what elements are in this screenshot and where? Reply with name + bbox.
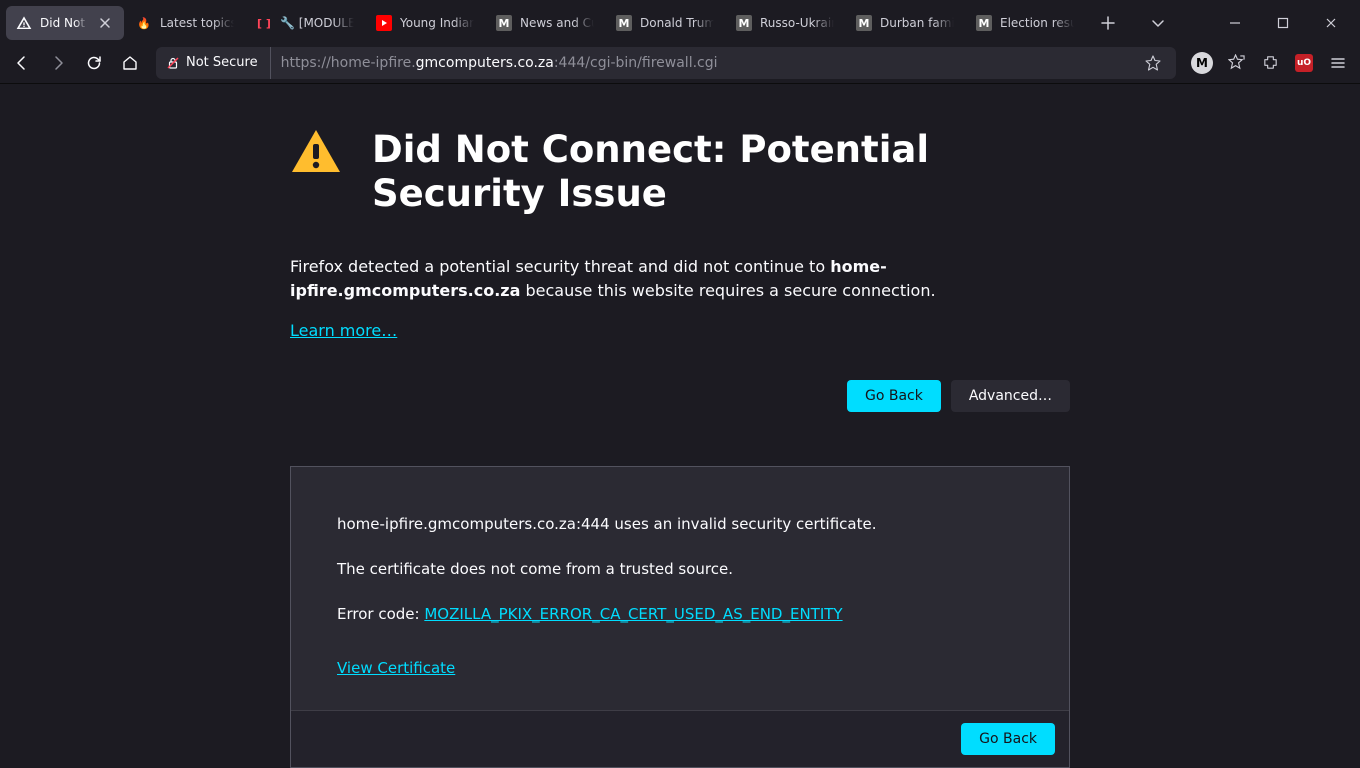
url-text: https://home-ipfire.gmcomputers.co.za:44… — [281, 55, 1130, 71]
m-favicon-icon: M — [496, 15, 512, 31]
avatar-icon: M — [1191, 52, 1213, 74]
bookmark-button[interactable] — [1140, 47, 1166, 79]
reload-button[interactable] — [78, 47, 110, 79]
forward-button[interactable] — [42, 47, 74, 79]
tab[interactable]: M Election results — [966, 6, 1084, 40]
tab-title: Durban family — [880, 16, 954, 30]
detail-error: Error code: MOZILLA_PKIX_ERROR_CA_CERT_U… — [337, 603, 1023, 626]
tab[interactable]: Young Indiana — [366, 6, 484, 40]
error-detail-box: home-ipfire.gmcomputers.co.za:444 uses a… — [290, 466, 1070, 768]
toolbar: Not Secure https://home-ipfire.gmcompute… — [0, 42, 1360, 84]
extensions-button[interactable] — [1254, 47, 1286, 79]
warning-triangle-icon — [290, 128, 342, 176]
m-favicon-icon: M — [976, 15, 992, 31]
tab[interactable]: 🔥 Latest topics - — [126, 6, 244, 40]
tab[interactable]: M Durban family — [846, 6, 964, 40]
app-menu-button[interactable] — [1322, 47, 1354, 79]
go-back-button[interactable]: Go Back — [847, 380, 941, 412]
window-minimize-button[interactable] — [1212, 7, 1258, 39]
security-indicator[interactable]: Not Secure — [156, 47, 271, 79]
advanced-button[interactable]: Advanced… — [951, 380, 1070, 412]
save-pocket-button[interactable] — [1220, 47, 1252, 79]
tab-title: Donald Trump — [640, 16, 714, 30]
back-button[interactable] — [6, 47, 38, 79]
tab-title: News and Curr — [520, 16, 594, 30]
tab[interactable]: M Russo-Ukraini — [726, 6, 844, 40]
youtube-icon — [376, 15, 392, 31]
tab-title: Did Not Connect: Potential Security Issu… — [40, 16, 88, 30]
not-secure-label: Not Secure — [186, 55, 258, 70]
tab-title: Russo-Ukraini — [760, 16, 834, 30]
new-tab-button[interactable] — [1092, 7, 1124, 39]
window-maximize-button[interactable] — [1260, 7, 1306, 39]
home-button[interactable] — [114, 47, 146, 79]
go-back-button-footer[interactable]: Go Back — [961, 723, 1055, 755]
close-icon[interactable] — [96, 14, 114, 32]
all-tabs-button[interactable] — [1142, 7, 1174, 39]
tab-title: 🔧 [MODULE] — [280, 16, 354, 30]
ipfire-icon: 🔥 — [136, 15, 152, 31]
m-favicon-icon: M — [616, 15, 632, 31]
view-certificate-link[interactable]: View Certificate — [337, 659, 455, 677]
ublock-icon: uO — [1295, 54, 1313, 72]
warning-icon — [16, 15, 32, 31]
error-code-link[interactable]: MOZILLA_PKIX_ERROR_CA_CERT_USED_AS_END_E… — [424, 605, 842, 623]
tab-active[interactable]: Did Not Connect: Potential Security Issu… — [6, 6, 124, 40]
tab[interactable]: M Donald Trump — [606, 6, 724, 40]
module-icon: [ ] — [256, 15, 272, 31]
tab[interactable]: M News and Curr — [486, 6, 604, 40]
error-description: Firefox detected a potential security th… — [290, 255, 1070, 303]
detail-line: The certificate does not come from a tru… — [337, 558, 1023, 581]
learn-more-link[interactable]: Learn more… — [290, 321, 397, 340]
tab-title: Young Indiana — [400, 16, 474, 30]
error-page-content[interactable]: Did Not Connect: Potential Security Issu… — [0, 84, 1360, 768]
m-favicon-icon: M — [856, 15, 872, 31]
window-close-button[interactable] — [1308, 7, 1354, 39]
account-button[interactable]: M — [1186, 47, 1218, 79]
tab-title: Election results — [1000, 16, 1074, 30]
tab-title: Latest topics - — [160, 16, 234, 30]
page-title: Did Not Connect: Potential Security Issu… — [372, 128, 1070, 217]
m-favicon-icon: M — [736, 15, 752, 31]
lock-strikethrough-icon — [166, 56, 180, 70]
tab-bar: Did Not Connect: Potential Security Issu… — [0, 0, 1360, 42]
detail-line: home-ipfire.gmcomputers.co.za:444 uses a… — [337, 513, 1023, 536]
tab[interactable]: [ ] 🔧 [MODULE] — [246, 6, 364, 40]
ublock-button[interactable]: uO — [1288, 47, 1320, 79]
address-bar[interactable]: Not Secure https://home-ipfire.gmcompute… — [156, 47, 1176, 79]
